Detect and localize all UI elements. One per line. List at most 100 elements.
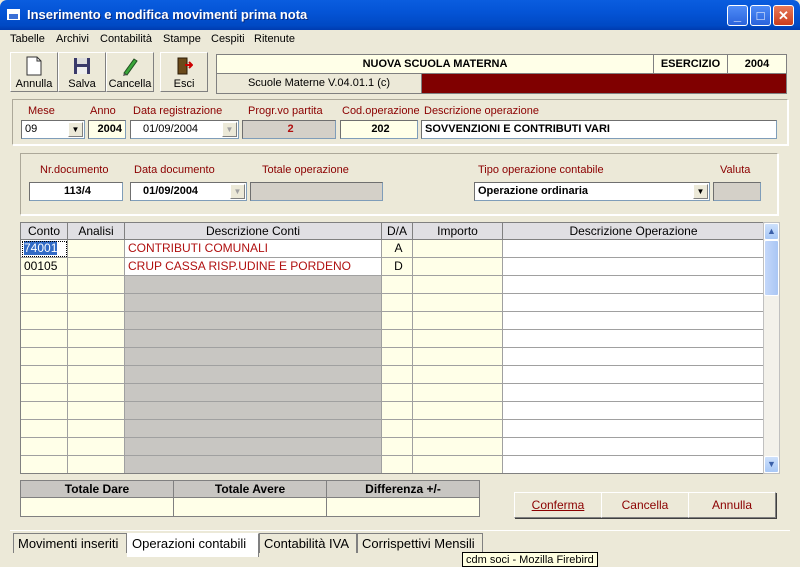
empty-grid-cell[interactable] [21,312,68,330]
empty-grid-cell[interactable] [413,276,503,294]
tab-operazioni-contabili[interactable]: Operazioni contabili [127,533,259,557]
empty-grid-cell[interactable] [125,312,382,330]
scroll-down-icon[interactable]: ▼ [764,456,779,473]
close-button[interactable]: ✕ [773,5,794,26]
grid-cell-analisi[interactable] [68,240,125,258]
grid-cell-conto[interactable]: 74001 [21,240,68,258]
tab-movimenti-inseriti[interactable]: Movimenti inseriti [13,533,127,553]
empty-grid-cell[interactable] [382,312,413,330]
chevron-down-icon[interactable]: ▼ [68,122,83,137]
mese-select[interactable]: 09 ▼ [21,120,85,139]
tipo-operazione-select[interactable]: Operazione ordinaria ▼ [474,182,710,201]
empty-grid-cell[interactable] [382,348,413,366]
menu-archivi[interactable]: Archivi [56,33,89,45]
empty-grid-cell[interactable] [125,330,382,348]
grid-cell-descrizione[interactable]: CRUP CASSA RISP.UDINE E PORDENO [125,258,382,276]
salva-toolbar-button[interactable]: Salva [58,52,106,92]
empty-grid-cell[interactable] [68,366,125,384]
annulla-button[interactable]: Annulla [688,492,776,518]
chevron-down-icon[interactable]: ▼ [230,184,245,199]
nr-documento-field[interactable]: 113/4 [29,182,123,201]
empty-grid-cell[interactable] [68,402,125,420]
empty-grid-cell[interactable] [21,420,68,438]
empty-grid-cell[interactable] [68,276,125,294]
grid-cell-importo[interactable] [413,258,503,276]
empty-grid-cell[interactable] [503,456,763,473]
empty-grid-cell[interactable] [503,420,763,438]
grid-cell-importo[interactable] [413,240,503,258]
empty-grid-cell[interactable] [21,456,68,473]
empty-grid-cell[interactable] [21,330,68,348]
empty-grid-cell[interactable] [382,330,413,348]
empty-grid-cell[interactable] [503,330,763,348]
empty-grid-cell[interactable] [21,348,68,366]
descrizione-operazione-field[interactable]: SOVVENZIONI E CONTRIBUTI VARI [421,120,777,139]
chevron-down-icon[interactable]: ▼ [222,122,237,137]
empty-grid-cell[interactable] [68,384,125,402]
empty-grid-cell[interactable] [21,366,68,384]
data-documento-field[interactable]: 01/09/2004 ▼ [130,182,247,201]
empty-grid-cell[interactable] [21,294,68,312]
maximize-button[interactable]: □ [750,5,771,26]
empty-grid-cell[interactable] [21,438,68,456]
empty-grid-cell[interactable] [125,384,382,402]
scroll-thumb[interactable] [764,240,779,296]
tab-contabilita-iva[interactable]: Contabilità IVA [259,533,357,553]
empty-grid-cell[interactable] [125,348,382,366]
empty-grid-cell[interactable] [125,456,382,473]
empty-grid-cell[interactable] [125,366,382,384]
cancella-button[interactable]: Cancella [601,492,689,518]
empty-grid-cell[interactable] [68,294,125,312]
menu-stampe[interactable]: Stampe [163,33,201,45]
empty-grid-cell[interactable] [413,456,503,473]
empty-grid-cell[interactable] [21,384,68,402]
empty-grid-cell[interactable] [382,438,413,456]
esci-toolbar-button[interactable]: Esci [160,52,208,92]
minimize-button[interactable]: _ [727,5,748,26]
empty-grid-cell[interactable] [413,402,503,420]
data-registrazione-field[interactable]: 01/09/2004 ▼ [130,120,239,139]
menu-ritenute[interactable]: Ritenute [254,33,295,45]
empty-grid-cell[interactable] [413,348,503,366]
empty-grid-cell[interactable] [125,420,382,438]
empty-grid-cell[interactable] [503,366,763,384]
empty-grid-cell[interactable] [382,420,413,438]
empty-grid-cell[interactable] [382,402,413,420]
empty-grid-cell[interactable] [21,276,68,294]
empty-grid-cell[interactable] [68,438,125,456]
empty-grid-cell[interactable] [125,294,382,312]
empty-grid-cell[interactable] [413,420,503,438]
empty-grid-cell[interactable] [413,330,503,348]
chevron-down-icon[interactable]: ▼ [693,184,708,199]
empty-grid-cell[interactable] [382,276,413,294]
empty-grid-cell[interactable] [68,312,125,330]
empty-grid-cell[interactable] [413,366,503,384]
grid-cell-da[interactable]: A [382,240,413,258]
grid-cell-analisi[interactable] [68,258,125,276]
empty-grid-cell[interactable] [503,438,763,456]
empty-grid-cell[interactable] [125,438,382,456]
empty-grid-cell[interactable] [503,312,763,330]
empty-grid-cell[interactable] [21,402,68,420]
conferma-button[interactable]: Conferma [514,492,602,518]
grid-cell-da[interactable]: D [382,258,413,276]
cod-operazione-field[interactable]: 202 [340,120,418,139]
empty-grid-cell[interactable] [68,330,125,348]
menu-cespiti[interactable]: Cespiti [211,33,245,45]
empty-grid-cell[interactable] [382,294,413,312]
tab-corrispettivi-mensili[interactable]: Corrispettivi Mensili [357,533,483,553]
empty-grid-cell[interactable] [125,402,382,420]
empty-grid-cell[interactable] [413,384,503,402]
empty-grid-cell[interactable] [382,366,413,384]
menu-tabelle[interactable]: Tabelle [10,33,45,45]
empty-grid-cell[interactable] [503,294,763,312]
menu-contabilita[interactable]: Contabilità [100,33,152,45]
empty-grid-cell[interactable] [503,348,763,366]
scroll-up-icon[interactable]: ▲ [764,223,779,240]
grid-scrollbar[interactable]: ▲ ▼ [763,222,780,474]
empty-grid-cell[interactable] [68,456,125,473]
grid-cell-desc_op[interactable] [503,258,763,276]
empty-grid-cell[interactable] [382,384,413,402]
annulla-toolbar-button[interactable]: Annulla [10,52,58,92]
title-bar[interactable]: Inserimento e modifica movimenti prima n… [0,0,800,30]
